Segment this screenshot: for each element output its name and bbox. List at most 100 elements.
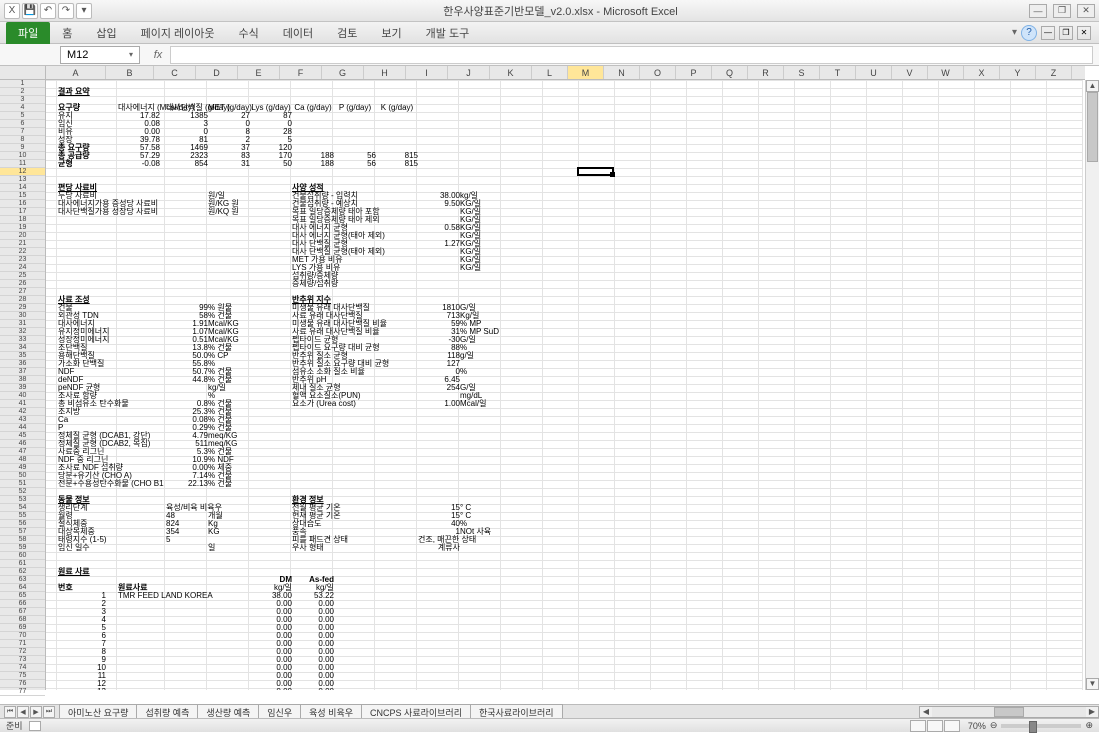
- vscroll-track[interactable]: [1086, 92, 1099, 678]
- row-header-67[interactable]: 67: [0, 608, 45, 616]
- col-header-G[interactable]: G: [322, 66, 364, 79]
- row-header-3[interactable]: 3: [0, 96, 45, 104]
- sheet-nav-prev-icon[interactable]: ◀: [17, 706, 29, 718]
- col-header-Q[interactable]: Q: [712, 66, 748, 79]
- zoom-in-icon[interactable]: ⊕: [1085, 720, 1093, 731]
- row-header-12[interactable]: 12: [0, 168, 45, 176]
- help-menu-icon[interactable]: ❐: [1059, 26, 1073, 40]
- row-header-34[interactable]: 34: [0, 344, 45, 352]
- row-header-57[interactable]: 57: [0, 528, 45, 536]
- tab-home[interactable]: 홈: [50, 22, 84, 44]
- zoom-value[interactable]: 70%: [968, 721, 986, 731]
- row-header-35[interactable]: 35: [0, 352, 45, 360]
- row-header-55[interactable]: 55: [0, 512, 45, 520]
- row-header-38[interactable]: 38: [0, 376, 45, 384]
- row-header-8[interactable]: 8: [0, 136, 45, 144]
- row-header-56[interactable]: 56: [0, 520, 45, 528]
- row-header-61[interactable]: 61: [0, 560, 45, 568]
- row-header-30[interactable]: 30: [0, 312, 45, 320]
- col-header-U[interactable]: U: [856, 66, 892, 79]
- row-header-15[interactable]: 15: [0, 192, 45, 200]
- row-header-68[interactable]: 68: [0, 616, 45, 624]
- row-header-76[interactable]: 76: [0, 680, 45, 688]
- col-header-W[interactable]: W: [928, 66, 964, 79]
- row-header-23[interactable]: 23: [0, 256, 45, 264]
- file-tab[interactable]: 파일: [6, 22, 50, 44]
- horizontal-scrollbar[interactable]: ◀ ▶: [919, 706, 1099, 718]
- row-header-77[interactable]: 77: [0, 688, 45, 696]
- qa-dropdown-icon[interactable]: ▾: [76, 3, 92, 19]
- col-header-I[interactable]: I: [406, 66, 448, 79]
- col-header-B[interactable]: B: [106, 66, 154, 79]
- col-header-V[interactable]: V: [892, 66, 928, 79]
- row-header-69[interactable]: 69: [0, 624, 45, 632]
- row-header-28[interactable]: 28: [0, 296, 45, 304]
- row-header-48[interactable]: 48: [0, 456, 45, 464]
- row-header-53[interactable]: 53: [0, 496, 45, 504]
- row-header-73[interactable]: 73: [0, 656, 45, 664]
- scroll-up-icon[interactable]: ▲: [1086, 80, 1099, 92]
- tab-view[interactable]: 보기: [369, 22, 413, 44]
- col-header-C[interactable]: C: [154, 66, 196, 79]
- minimize-button[interactable]: —: [1029, 4, 1047, 18]
- col-header-K[interactable]: K: [490, 66, 532, 79]
- col-header-R[interactable]: R: [748, 66, 784, 79]
- row-header-2[interactable]: 2: [0, 88, 45, 96]
- active-cell[interactable]: [577, 167, 614, 176]
- row-header-65[interactable]: 65: [0, 592, 45, 600]
- col-header-Y[interactable]: Y: [1000, 66, 1036, 79]
- row-header-70[interactable]: 70: [0, 632, 45, 640]
- col-header-T[interactable]: T: [820, 66, 856, 79]
- min-ribbon-icon[interactable]: —: [1041, 26, 1055, 40]
- row-header-51[interactable]: 51: [0, 480, 45, 488]
- col-header-O[interactable]: O: [640, 66, 676, 79]
- col-header-S[interactable]: S: [784, 66, 820, 79]
- row-header-17[interactable]: 17: [0, 208, 45, 216]
- row-header-29[interactable]: 29: [0, 304, 45, 312]
- row-header-74[interactable]: 74: [0, 664, 45, 672]
- row-header-46[interactable]: 46: [0, 440, 45, 448]
- row-header-10[interactable]: 10: [0, 152, 45, 160]
- row-headers[interactable]: 1234567891011121314151617181920212223242…: [0, 80, 46, 690]
- row-header-4[interactable]: 4: [0, 104, 45, 112]
- fx-icon[interactable]: fx: [146, 49, 170, 61]
- col-header-A[interactable]: A: [46, 66, 106, 79]
- row-header-43[interactable]: 43: [0, 416, 45, 424]
- save-icon[interactable]: 💾: [22, 3, 38, 19]
- select-all-corner[interactable]: [0, 66, 46, 80]
- row-header-39[interactable]: 39: [0, 384, 45, 392]
- row-header-75[interactable]: 75: [0, 672, 45, 680]
- view-normal-icon[interactable]: [910, 720, 926, 732]
- row-header-36[interactable]: 36: [0, 360, 45, 368]
- row-header-31[interactable]: 31: [0, 320, 45, 328]
- undo-icon[interactable]: ↶: [40, 3, 56, 19]
- col-header-P[interactable]: P: [676, 66, 712, 79]
- row-header-26[interactable]: 26: [0, 280, 45, 288]
- row-header-6[interactable]: 6: [0, 120, 45, 128]
- row-header-42[interactable]: 42: [0, 408, 45, 416]
- row-header-11[interactable]: 11: [0, 160, 45, 168]
- row-header-41[interactable]: 41: [0, 400, 45, 408]
- row-header-7[interactable]: 7: [0, 128, 45, 136]
- row-header-60[interactable]: 60: [0, 552, 45, 560]
- vertical-scrollbar[interactable]: ▲ ▼: [1085, 80, 1099, 690]
- redo-icon[interactable]: ↷: [58, 3, 74, 19]
- column-headers[interactable]: ABCDEFGHIJKLMNOPQRSTUVWXYZ: [46, 66, 1085, 80]
- vscroll-thumb[interactable]: [1087, 92, 1098, 162]
- namebox-dropdown-icon[interactable]: ▾: [129, 50, 133, 59]
- row-header-71[interactable]: 71: [0, 640, 45, 648]
- row-header-63[interactable]: 63: [0, 576, 45, 584]
- col-header-Z[interactable]: Z: [1036, 66, 1072, 79]
- col-header-L[interactable]: L: [532, 66, 568, 79]
- help-icon[interactable]: ?: [1021, 25, 1037, 41]
- row-header-20[interactable]: 20: [0, 232, 45, 240]
- row-header-16[interactable]: 16: [0, 200, 45, 208]
- row-header-9[interactable]: 9: [0, 144, 45, 152]
- sheet-nav-next-icon[interactable]: ▶: [30, 706, 42, 718]
- row-header-24[interactable]: 24: [0, 264, 45, 272]
- hscroll-thumb[interactable]: [994, 707, 1024, 717]
- hscroll-track[interactable]: [932, 707, 1086, 717]
- tab-data[interactable]: 데이터: [271, 22, 325, 44]
- row-header-13[interactable]: 13: [0, 176, 45, 184]
- close-button[interactable]: ✕: [1077, 4, 1095, 18]
